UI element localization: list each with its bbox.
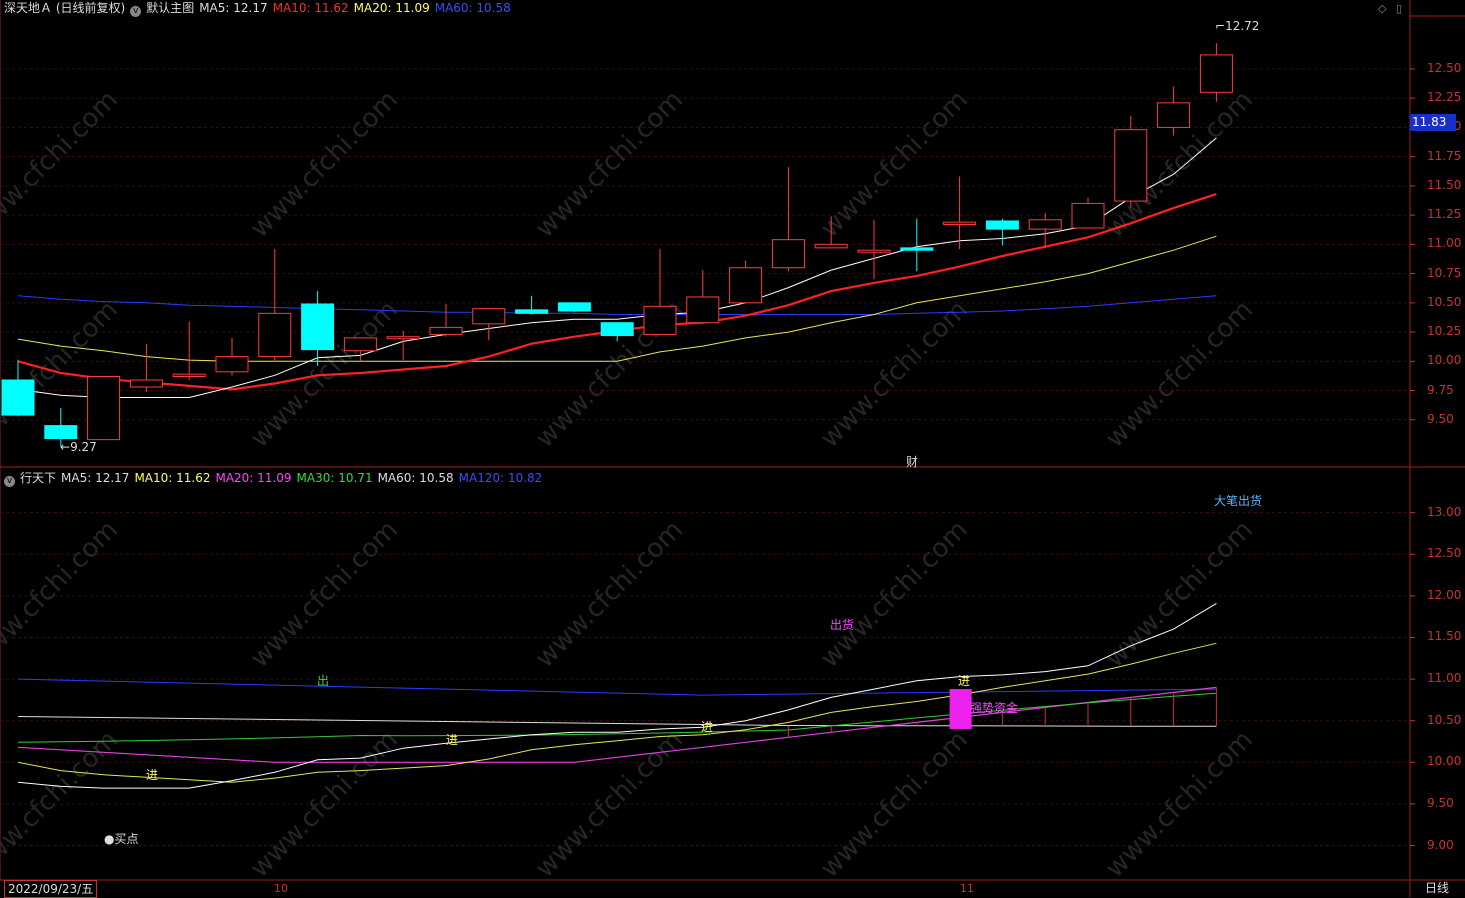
price-axis-label: 12.25 bbox=[1427, 90, 1462, 105]
candle-body-up bbox=[1157, 102, 1191, 128]
dropdown-circle-icon[interactable]: v bbox=[4, 476, 15, 487]
buy-point-text: 买点 bbox=[114, 832, 139, 846]
candle-body-up bbox=[1071, 202, 1105, 229]
candle bbox=[557, 302, 591, 313]
window-restore-icon[interactable]: ▯ bbox=[1396, 2, 1402, 15]
dropdown-circle-icon[interactable]: v bbox=[130, 6, 142, 17]
candle bbox=[87, 375, 121, 441]
price-axis-label: 11.50 bbox=[1427, 177, 1462, 192]
high-marker: ⌐12.72 bbox=[1215, 19, 1260, 33]
b-ma120-label: MA120: 10.82 bbox=[458, 471, 543, 485]
candle-body-down bbox=[1, 379, 35, 416]
price-axis-label: 10.25 bbox=[1427, 324, 1462, 339]
b-ma60-label: MA60: 10.58 bbox=[377, 471, 454, 485]
in-signal-3: 进 bbox=[701, 720, 714, 734]
high-value: 12.72 bbox=[1225, 19, 1260, 33]
b-ma10-label: MA10: 11.62 bbox=[134, 471, 211, 485]
indicator-axis-label: 12.00 bbox=[1427, 587, 1462, 602]
buy-point-legend: ●买点 bbox=[104, 832, 139, 846]
date-cursor-label: 2022/09/23/五 bbox=[4, 880, 98, 898]
indicator-axis-label: 10.00 bbox=[1427, 754, 1462, 769]
out-signal: 出 bbox=[317, 674, 330, 688]
candle-body-down bbox=[515, 309, 549, 314]
price-axis-label: 9.50 bbox=[1427, 411, 1454, 426]
candle-body-down bbox=[44, 425, 78, 439]
indicator-axis-label: 11.50 bbox=[1427, 629, 1462, 644]
price-axis-label: 10.00 bbox=[1427, 353, 1462, 368]
in-signal-2: 进 bbox=[446, 733, 459, 747]
period-selector[interactable]: 日线 bbox=[1412, 880, 1462, 897]
indicator-axis-label: 9.50 bbox=[1427, 795, 1454, 810]
ma20-label: MA20: 11.09 bbox=[353, 1, 430, 15]
candle bbox=[1114, 115, 1148, 207]
b-ma20-label: MA20: 11.09 bbox=[215, 471, 292, 485]
ma60-label: MA60: 10.58 bbox=[434, 1, 511, 15]
in-signal-1: 进 bbox=[146, 768, 159, 782]
month-tick-10: 10 bbox=[274, 882, 288, 895]
b-ma5-label: MA5: 12.17 bbox=[61, 471, 130, 485]
candle-body-up bbox=[172, 373, 206, 377]
indicator-axis-label: 9.00 bbox=[1427, 837, 1454, 852]
indicator-axis-label: 10.50 bbox=[1427, 712, 1462, 727]
price-axis-label: 10.50 bbox=[1427, 294, 1462, 309]
current-price-tag: 11.83 bbox=[1410, 114, 1456, 131]
month-tick-11: 11 bbox=[960, 882, 974, 895]
candle-body-up bbox=[1114, 129, 1148, 202]
diamond-icon[interactable]: ◇ bbox=[1378, 2, 1386, 15]
main-chart-header: 深天地Ａ (日线前复权) v 默认主图 MA5: 12.17 MA10: 11.62 MA… bbox=[4, 0, 516, 17]
finance-marker[interactable]: 财 bbox=[906, 455, 918, 469]
indicator-header: v 行天下 MA5: 12.17 MA10: 11.62 MA20: 11.09 MA30… bbox=[4, 470, 547, 487]
b-ma30-label: MA30: 10.71 bbox=[296, 471, 373, 485]
ma5-label: MA5: 12.17 bbox=[199, 1, 268, 15]
candle-body-down bbox=[600, 322, 634, 337]
candle-body-up bbox=[643, 305, 677, 335]
candle-body-up bbox=[429, 326, 463, 335]
candle-body-up bbox=[472, 308, 506, 325]
theme-label[interactable]: 默认主图 bbox=[146, 1, 194, 15]
candle-body-up bbox=[215, 356, 249, 373]
candle-body-up bbox=[343, 337, 377, 352]
price-axis-label: 12.50 bbox=[1427, 60, 1462, 75]
candle-body-up bbox=[1028, 219, 1062, 230]
candle-body-down bbox=[985, 220, 1019, 230]
strong-money-block bbox=[949, 689, 972, 730]
candle-body-up bbox=[87, 375, 121, 441]
in-signal-4: 进 bbox=[958, 674, 971, 688]
out-goods-signal: 出货 bbox=[830, 618, 855, 632]
candle-body-up bbox=[1199, 54, 1233, 93]
low-marker: ←9.27 bbox=[60, 440, 97, 454]
stock-title[interactable]: 深天地Ａ (日线前复权) bbox=[4, 1, 125, 15]
chart-canvas[interactable]: www.cfchi.com www.cfchi.com www.cfchi.com w… bbox=[0, 0, 1465, 897]
candle-body-up bbox=[386, 336, 420, 340]
candle-body-up bbox=[129, 379, 163, 388]
candle-body-up bbox=[729, 267, 763, 304]
candle-body-up bbox=[258, 312, 292, 358]
indicator-axis-label: 12.50 bbox=[1427, 546, 1462, 561]
low-value: 9.27 bbox=[70, 440, 97, 454]
indicator-title[interactable]: 行天下 bbox=[20, 471, 56, 485]
candle-body-up bbox=[771, 239, 805, 269]
candle-body-down bbox=[900, 247, 934, 251]
candle-body-down bbox=[557, 302, 591, 312]
candle-body-up bbox=[686, 296, 720, 324]
big-sell-signal: 大笔出货 bbox=[1214, 494, 1263, 508]
candle-body-up bbox=[857, 249, 891, 253]
indicator-axis-label: 13.00 bbox=[1427, 504, 1462, 519]
strong-money-signal: 强势资金 bbox=[970, 701, 1019, 715]
candle-body-up bbox=[943, 221, 977, 225]
ma10-label: MA10: 11.62 bbox=[272, 1, 349, 15]
candle-body-down bbox=[301, 303, 335, 351]
indicator-axis-label: 11.00 bbox=[1427, 671, 1462, 686]
price-axis-label: 10.75 bbox=[1427, 265, 1462, 280]
price-axis-label: 11.75 bbox=[1427, 148, 1462, 163]
price-axis-label: 11.00 bbox=[1427, 236, 1462, 251]
price-axis-label: 11.25 bbox=[1427, 207, 1462, 222]
candle-body-up bbox=[814, 243, 848, 249]
price-axis-label: 9.75 bbox=[1427, 382, 1454, 397]
